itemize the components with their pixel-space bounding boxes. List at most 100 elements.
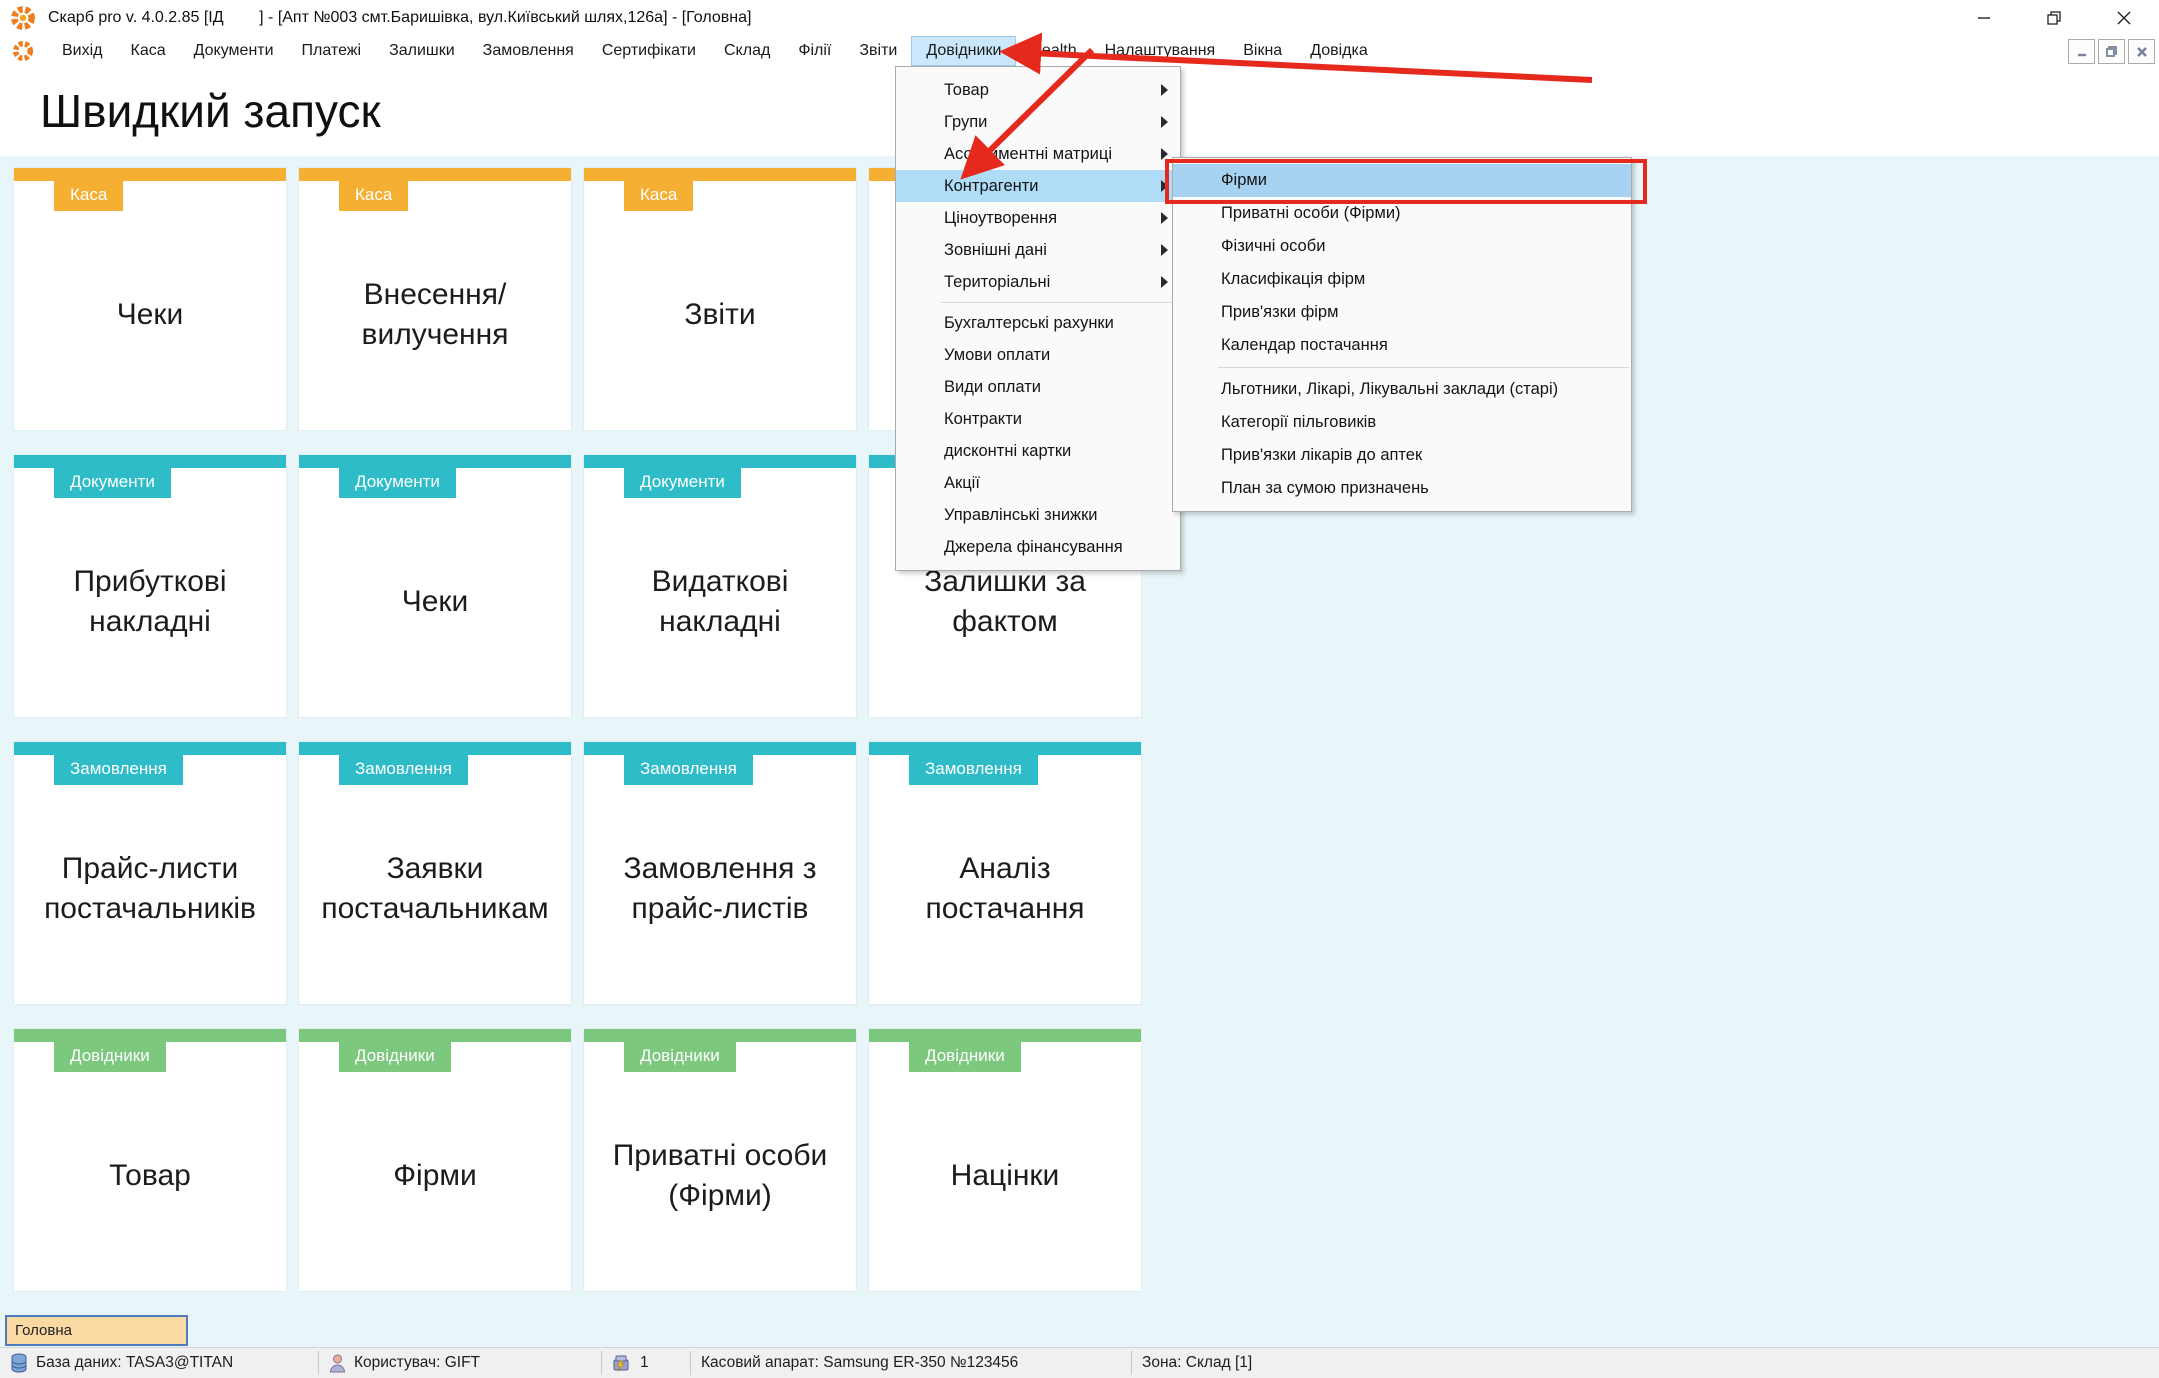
tile-dict-natsinky[interactable]: Довідники Націнки: [869, 1029, 1141, 1291]
app-logo-icon: [10, 5, 36, 31]
submenu-item-fizychni-osoby[interactable]: Фізичні особи: [1173, 230, 1631, 263]
dropdown-item-vydy-oplaty[interactable]: Види оплати: [896, 371, 1180, 403]
status-bar: База даних: TASA3@TITAN Користувач: GIFT…: [0, 1347, 2159, 1378]
tile-category-tag: Каса: [339, 181, 408, 211]
tile-color-bar: [584, 742, 856, 755]
tab-holovna[interactable]: Головна: [5, 1315, 188, 1346]
menu-item-help[interactable]: Довідка: [1296, 36, 1382, 66]
submenu-item-pryviazky-likariv[interactable]: Прив'язки лікарів до аптек: [1173, 439, 1631, 472]
dropdown-item-label: Акції: [944, 474, 980, 493]
tile-docs-prybutkovi[interactable]: Документи Прибуткові накладні: [14, 455, 286, 717]
menu-item-orders[interactable]: Замовлення: [469, 36, 588, 66]
menu-item-documents[interactable]: Документи: [180, 36, 288, 66]
tile-color-bar: [14, 455, 286, 468]
tile-label: Заявки постачальникам: [307, 782, 563, 996]
tile-dict-pryvatni[interactable]: Довідники Приватні особи (Фірми): [584, 1029, 856, 1291]
mdi-minimize-button[interactable]: [2068, 39, 2095, 64]
tile-label: Приватні особи (Фірми): [592, 1069, 848, 1283]
menu-item-dictionaries[interactable]: Довідники: [911, 36, 1016, 66]
dropdown-item-label: Контракти: [944, 410, 1022, 429]
dropdown-item-umovy-oplaty[interactable]: Умови оплати: [896, 339, 1180, 371]
cash-register-text: Касовий апарат: Samsung ER-350 №123456: [701, 1354, 1018, 1372]
menu-item-payments[interactable]: Платежі: [288, 36, 376, 66]
tile-color-bar: [584, 1029, 856, 1042]
tile-category-tag: Замовлення: [54, 755, 183, 785]
tile-dict-tovar[interactable]: Довідники Товар: [14, 1029, 286, 1291]
menu-item-reports[interactable]: Звіти: [845, 36, 911, 66]
dropdown-item-rakhunky[interactable]: Бухгалтерські рахунки: [896, 307, 1180, 339]
submenu-item-kalendar[interactable]: Календар постачання: [1173, 329, 1631, 362]
tile-kasa-vnesennia[interactable]: Каса Внесення/вилучення: [299, 168, 571, 430]
submenu-item-katehorii[interactable]: Категорії пільговиків: [1173, 406, 1631, 439]
tile-color-bar: [299, 168, 571, 181]
dropdown-item-tovar[interactable]: Товар: [896, 74, 1180, 106]
minimize-button[interactable]: [1949, 0, 2019, 36]
status-zone: Зона: Склад [1]: [1132, 1348, 1572, 1378]
dropdown-item-label: дисконтні картки: [944, 442, 1071, 461]
dropdown-item-hrupy[interactable]: Групи: [896, 106, 1180, 138]
tile-label: Чеки: [22, 208, 278, 422]
status-cash-register: Касовий апарат: Samsung ER-350 №123456: [691, 1348, 1131, 1378]
submenu-item-klasyfikatsiia[interactable]: Класифікація фірм: [1173, 263, 1631, 296]
tile-label: Товар: [22, 1069, 278, 1283]
menu-item-exit[interactable]: Вихід: [48, 36, 117, 66]
menu-separator: [1218, 367, 1629, 368]
tile-docs-vydatkovi[interactable]: Документи Видаткові накладні: [584, 455, 856, 717]
status-cash-count: 1: [602, 1348, 690, 1378]
tile-color-bar: [14, 168, 286, 181]
submenu-item-plan[interactable]: План за сумою призначень: [1173, 472, 1631, 505]
close-button[interactable]: [2089, 0, 2159, 36]
status-user: Користувач: GIFT: [319, 1348, 601, 1378]
tile-orders-price-lists[interactable]: Замовлення Прайс-листи постачальників: [14, 742, 286, 1004]
tile-label: Аналіз постачання: [877, 782, 1133, 996]
submenu-item-pryviazky-firm[interactable]: Прив'язки фірм: [1173, 296, 1631, 329]
dropdown-item-label: Територіальні: [944, 273, 1050, 292]
submenu-item-label: Прив'язки лікарів до аптек: [1221, 446, 1422, 465]
menu-item-health[interactable]: Health: [1016, 36, 1090, 66]
tile-docs-cheky[interactable]: Документи Чеки: [299, 455, 571, 717]
tile-category-tag: Довідники: [339, 1042, 451, 1072]
menu-item-warehouse[interactable]: Склад: [710, 36, 784, 66]
tile-color-bar: [299, 742, 571, 755]
dropdown-item-tsinoutvorennia[interactable]: Ціноутворення: [896, 202, 1180, 234]
tile-dict-firmy[interactable]: Довідники Фірми: [299, 1029, 571, 1291]
dropdown-item-kontrakty[interactable]: Контракти: [896, 403, 1180, 435]
tile-category-tag: Замовлення: [339, 755, 468, 785]
submenu-item-pryvatni-osoby[interactable]: Приватні особи (Фірми): [1173, 197, 1631, 230]
tile-kasa-cheky[interactable]: Каса Чеки: [14, 168, 286, 430]
submenu-item-firmy[interactable]: Фірми: [1173, 164, 1631, 197]
menu-item-kasa[interactable]: Каса: [117, 36, 180, 66]
dropdown-item-zovnishni-dani[interactable]: Зовнішні дані: [896, 234, 1180, 266]
dropdown-item-upravlinski-znyzhky[interactable]: Управлінські знижки: [896, 499, 1180, 531]
submenu-arrow-icon: [1161, 276, 1168, 288]
submenu-item-label: План за сумою призначень: [1221, 479, 1429, 498]
submenu-item-label: Календар постачання: [1221, 336, 1388, 355]
tile-orders-zaiavky[interactable]: Замовлення Заявки постачальникам: [299, 742, 571, 1004]
tile-color-bar: [299, 1029, 571, 1042]
menu-item-branches[interactable]: Філії: [784, 36, 845, 66]
dropdown-item-dyskontni-kartky[interactable]: дисконтні картки: [896, 435, 1180, 467]
dropdown-item-label: Джерела фінансування: [944, 538, 1123, 557]
dropdown-item-terytorialni[interactable]: Територіальні: [896, 266, 1180, 298]
menu-item-certificates[interactable]: Сертифікати: [588, 36, 710, 66]
submenu-item-lhotnyky[interactable]: Льготники, Лікарі, Лікувальні заклади (с…: [1173, 373, 1631, 406]
submenu-arrow-icon: [1161, 148, 1168, 160]
tile-category-tag: Документи: [54, 468, 171, 498]
tile-orders-from-price-lists[interactable]: Замовлення Замовлення з прайс-листів: [584, 742, 856, 1004]
menu-item-stock[interactable]: Залишки: [375, 36, 469, 66]
dropdown-item-matrytsi[interactable]: Асортиментні матриці: [896, 138, 1180, 170]
dropdown-item-kontrahenty[interactable]: Контрагенти: [896, 170, 1180, 202]
menu-item-windows[interactable]: Вікна: [1229, 36, 1296, 66]
mdi-close-button[interactable]: [2128, 39, 2155, 64]
page-title: Швидкий запуск: [40, 84, 381, 138]
mdi-restore-button[interactable]: [2098, 39, 2125, 64]
dropdown-item-aktsii[interactable]: Акції: [896, 467, 1180, 499]
tile-label: Звіти: [592, 208, 848, 422]
dropdown-item-dzherela[interactable]: Джерела фінансування: [896, 531, 1180, 563]
restore-button[interactable]: [2019, 0, 2089, 36]
tile-kasa-zvity[interactable]: Каса Звіти: [584, 168, 856, 430]
tile-color-bar: [584, 455, 856, 468]
tile-orders-analysis[interactable]: Замовлення Аналіз постачання: [869, 742, 1141, 1004]
dropdown-item-label: Умови оплати: [944, 346, 1050, 365]
menu-item-settings[interactable]: Налаштування: [1091, 36, 1230, 66]
